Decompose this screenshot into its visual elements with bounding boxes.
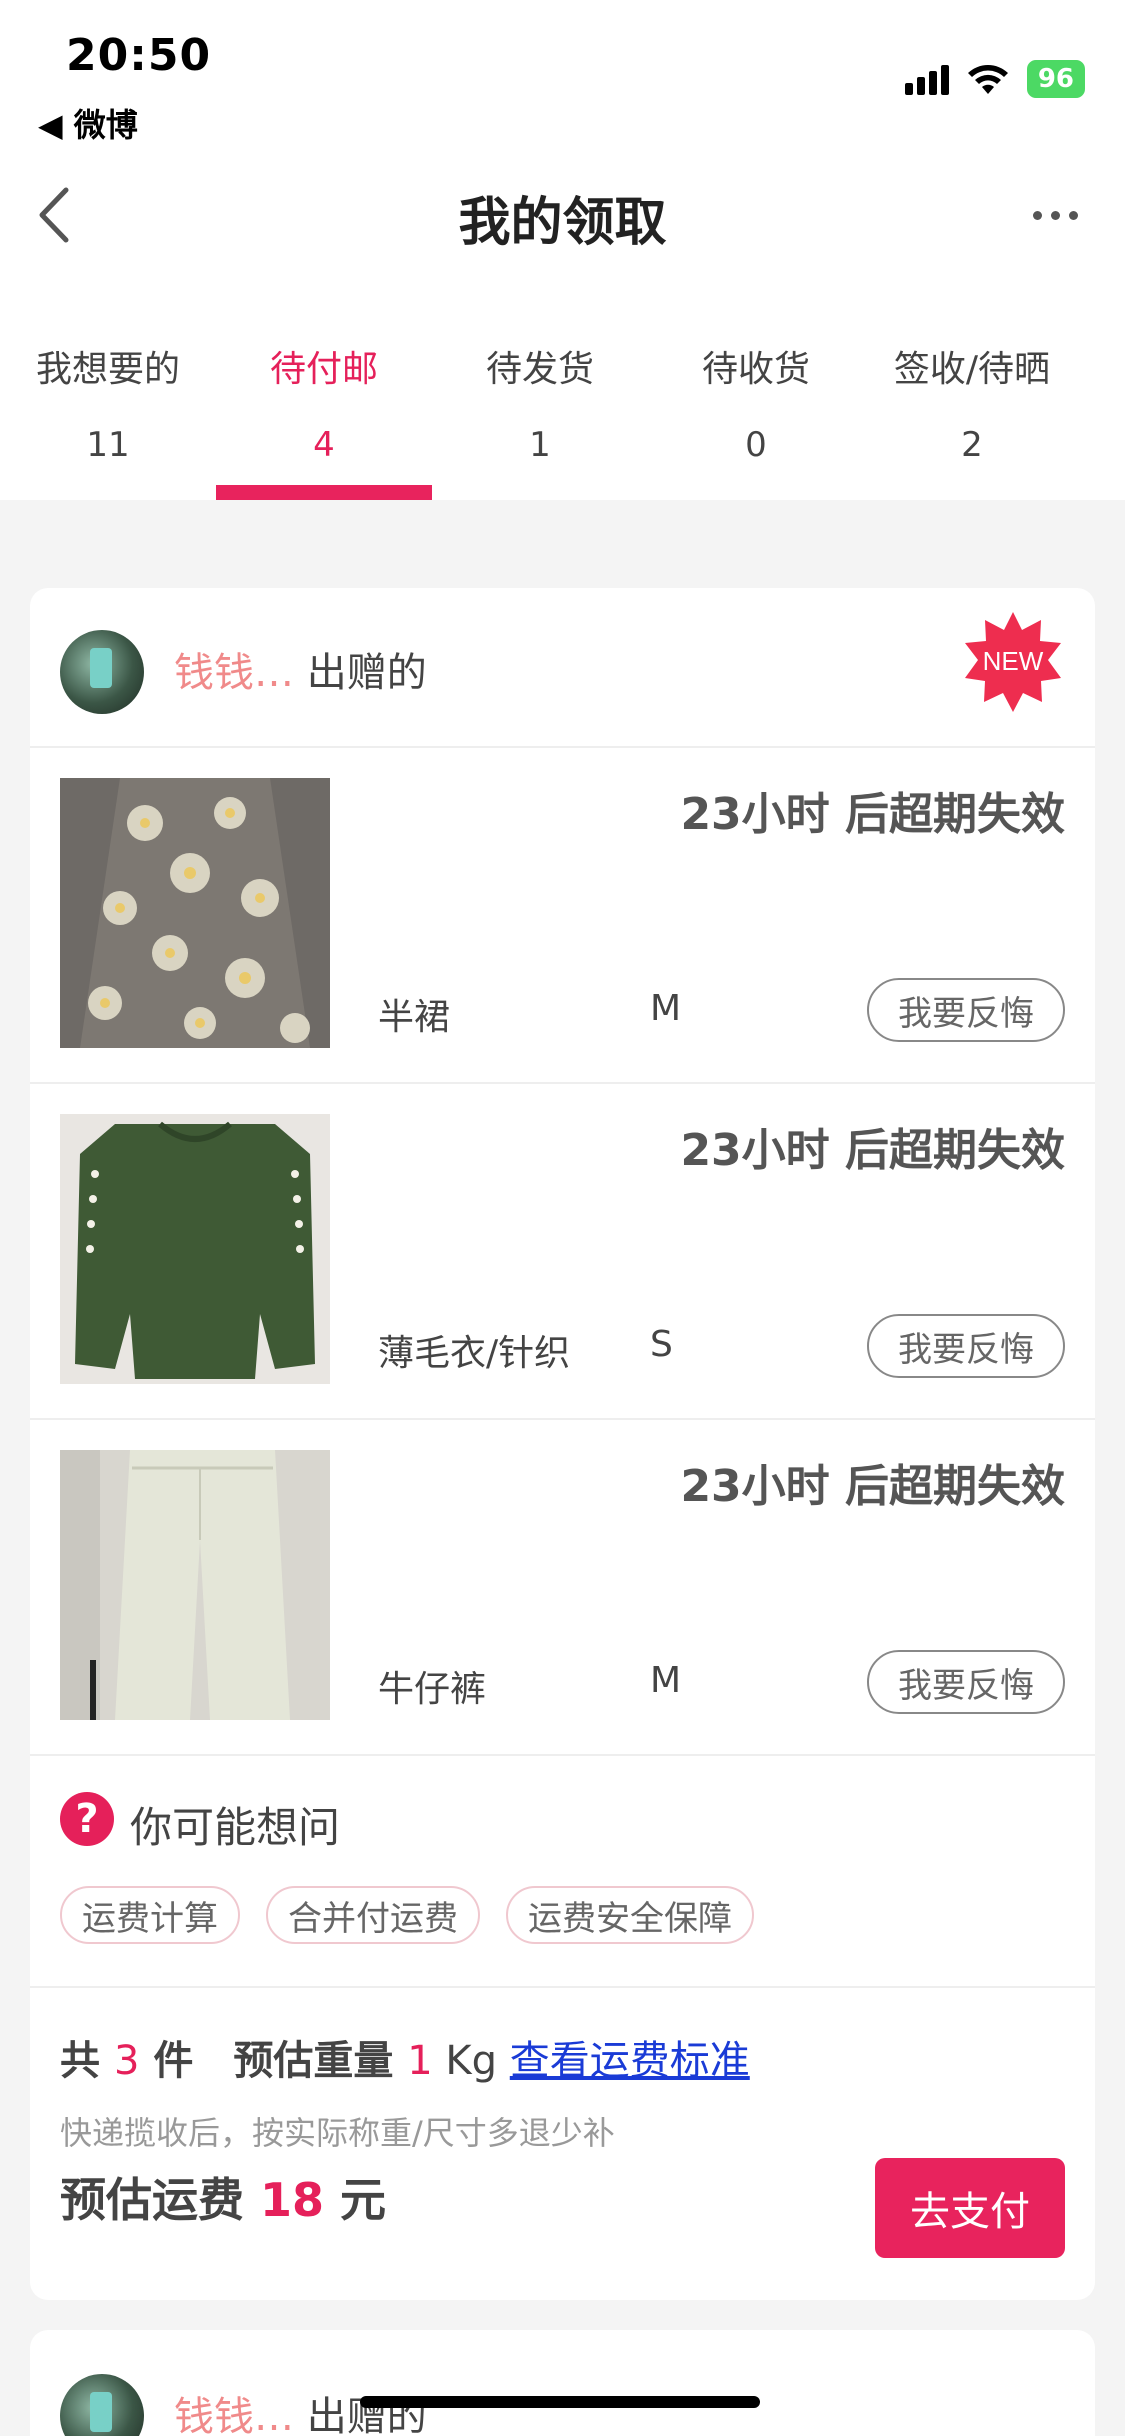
tab-count: 2 xyxy=(961,425,983,465)
regret-button[interactable]: 我要反悔 xyxy=(867,1650,1065,1714)
weight-unit: Kg xyxy=(432,2038,510,2084)
fee-standard-link[interactable]: 查看运费标准 xyxy=(510,2038,750,2084)
item-name: 半裙 xyxy=(378,997,451,1038)
home-indicator[interactable] xyxy=(360,2396,760,2408)
wifi-icon xyxy=(967,65,1008,94)
status-time: 20:50 xyxy=(66,30,212,81)
tab-label: 我想要的 xyxy=(35,349,180,390)
tab-count: 1 xyxy=(529,425,551,465)
item-image-sweater[interactable] xyxy=(60,1114,330,1384)
order-summary: 共 3 件 预估重量 1 Kg 查看运费标准 快递揽收后，按实际称重/尺寸多退少… xyxy=(30,1988,1095,2300)
regret-button[interactable]: 我要反悔 xyxy=(867,978,1065,1042)
faq-section: ? 你可能想问 运费计算 合并付运费 运费安全保障 xyxy=(30,1756,1095,1988)
expiry-countdown: 23小时 后超期失效 xyxy=(680,789,1065,840)
faq-tags: 运费计算 合并付运费 运费安全保障 xyxy=(60,1886,754,1944)
page-title: 我的领取 xyxy=(458,193,667,253)
fee-prefix: 预估运费 xyxy=(60,2173,261,2227)
order-item: 23小时 后超期失效 薄毛衣/针织 S 我要反悔 xyxy=(30,1084,1095,1420)
giver-info: 钱钱… 出赠的 xyxy=(174,640,427,698)
item-size: S xyxy=(650,1324,673,1365)
back-to-app-link[interactable]: ◀ 微博 xyxy=(38,100,138,146)
tab-count: 11 xyxy=(86,425,130,465)
order-item: 23小时 后超期失效 牛仔裤 M 我要反悔 xyxy=(30,1420,1095,1756)
status-icons: 96 xyxy=(904,60,1085,98)
item-name: 牛仔裤 xyxy=(378,1669,487,1710)
expiry-countdown: 23小时 后超期失效 xyxy=(680,1125,1065,1176)
giver-name[interactable]: 钱钱… xyxy=(174,2394,294,2436)
item-size: M xyxy=(650,1660,682,1701)
item-name: 薄毛衣/针织 xyxy=(378,1333,571,1374)
tab-label: 待付邮 xyxy=(269,349,378,390)
fee-suffix: 元 xyxy=(324,2173,387,2227)
cellular-signal-icon xyxy=(904,63,949,95)
tab-count: 0 xyxy=(745,425,767,465)
giver-suffix: 出赠的 xyxy=(294,650,427,696)
faq-tag-shipping-guarantee[interactable]: 运费安全保障 xyxy=(506,1886,754,1944)
faq-tag-shipping-calc[interactable]: 运费计算 xyxy=(60,1886,240,1944)
tab-received-review[interactable]: 签收/待晒 2 xyxy=(864,285,1080,500)
estimated-fee: 预估运费 18 元 xyxy=(60,2164,386,2230)
new-badge-label: NEW xyxy=(983,646,1044,676)
faq-tag-merge-shipping[interactable]: 合并付运费 xyxy=(266,1886,480,1944)
status-bar: 20:50 ◀ 微博 96 xyxy=(0,0,1125,150)
nav-bar: 我的领取 xyxy=(0,150,1125,285)
tab-pending-receipt[interactable]: 待收货 0 xyxy=(648,285,864,500)
item-weight-summary: 共 3 件 预估重量 1 Kg 查看运费标准 xyxy=(60,2028,750,2086)
order-card: 钱钱… 出赠的 NEW 23小时 后超期失效 半裙 M 我要反悔 23小时 后超… xyxy=(30,588,1095,2300)
order-item: 23小时 后超期失效 半裙 M 我要反悔 xyxy=(30,748,1095,1084)
tab-pending-shipping-fee[interactable]: 待付邮 4 xyxy=(216,285,432,500)
weight-value: 1 xyxy=(407,2038,433,2084)
avatar[interactable] xyxy=(60,630,144,714)
question-icon: ? xyxy=(60,1792,114,1846)
status-tabs: 我想要的 11 待付邮 4 待发货 1 待收货 0 签收/待晒 2 xyxy=(0,285,1125,500)
battery-icon: 96 xyxy=(1026,60,1085,98)
order-card: 钱钱… 出赠的 xyxy=(30,2330,1095,2436)
more-options-icon[interactable] xyxy=(1025,200,1085,230)
faq-title: 你可能想问 xyxy=(130,1803,341,1852)
pay-button[interactable]: 去支付 xyxy=(875,2158,1065,2258)
avatar[interactable] xyxy=(60,2374,144,2436)
tab-wanted[interactable]: 我想要的 11 xyxy=(0,285,216,500)
fee-value: 18 xyxy=(260,2173,325,2227)
item-size: M xyxy=(650,988,682,1029)
total-suffix: 件 预估重量 xyxy=(139,2038,408,2084)
tab-label: 待收货 xyxy=(701,349,810,390)
new-badge-icon: NEW xyxy=(965,612,1061,712)
tab-label: 待发货 xyxy=(485,349,594,390)
total-prefix: 共 xyxy=(60,2038,114,2084)
giver-name[interactable]: 钱钱… xyxy=(174,650,294,696)
tab-underline xyxy=(216,485,432,500)
shipping-note: 快递揽收后，按实际称重/尺寸多退少补 xyxy=(60,2114,615,2152)
item-image-skirt[interactable] xyxy=(60,778,330,1048)
giver-info: 钱钱… 出赠的 xyxy=(174,2384,427,2436)
item-image-jeans[interactable] xyxy=(60,1450,330,1720)
tab-label: 签收/待晒 xyxy=(893,349,1051,390)
tab-pending-dispatch[interactable]: 待发货 1 xyxy=(432,285,648,500)
tab-count: 4 xyxy=(313,425,335,465)
order-card-header: 钱钱… 出赠的 NEW xyxy=(30,588,1095,748)
total-count: 3 xyxy=(113,2038,140,2084)
expiry-countdown: 23小时 后超期失效 xyxy=(680,1461,1065,1512)
regret-button[interactable]: 我要反悔 xyxy=(867,1314,1065,1378)
